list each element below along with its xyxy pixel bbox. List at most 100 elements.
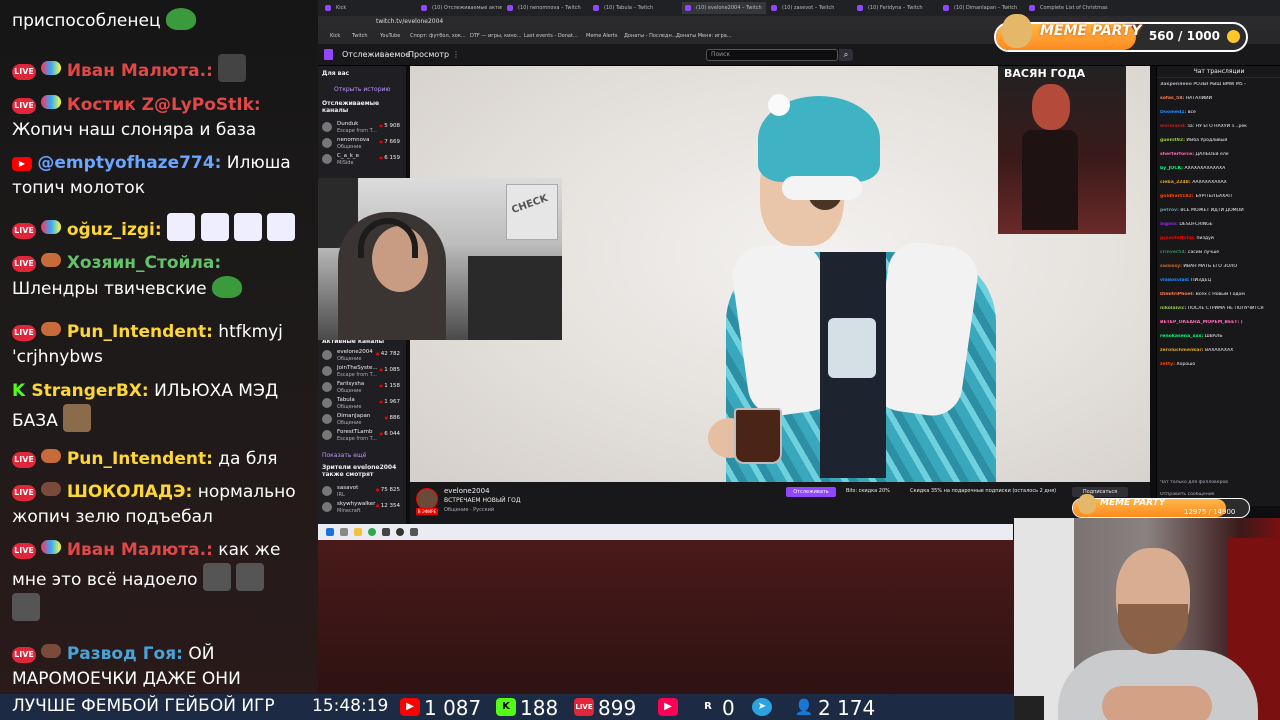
channel-game: Общение	[337, 420, 362, 426]
poster-figure	[1022, 130, 1078, 230]
chat-nick: StrangerBX:	[31, 381, 149, 401]
sidebar-channel[interactable]: ForestTLamb Escape from T... 6 044	[322, 428, 404, 444]
bookmark[interactable]: Meme Alerts	[586, 33, 617, 39]
app-icon[interactable]	[410, 528, 418, 536]
bookmark[interactable]: Twitch	[352, 33, 368, 39]
chat-text: РОЗЫГРЫШ BMW M5 -	[1193, 82, 1246, 87]
chat-nick[interactable]: wormand:	[1160, 124, 1186, 129]
chat-text: пиздуй	[1196, 236, 1214, 241]
sidebar-channel[interactable]: JoinTheSyste... Escape from T... 1 085	[322, 364, 404, 380]
chat-text: Всех с Новым Годом	[1195, 292, 1245, 297]
bookmark[interactable]: Last events - Donat...	[524, 33, 578, 39]
more-icon[interactable]: ⋮	[452, 50, 460, 59]
chat-nick[interactable]: goldhart182:	[1160, 194, 1194, 199]
twitch-chat: Чат трансляции Закреплено РОЗЫГРЫШ BMW M…	[1156, 66, 1280, 506]
chat-nick[interactable]: cieba_2248:	[1160, 180, 1191, 185]
sub-offer[interactable]: Скидка 35% на подарочные подписки (остал…	[910, 488, 1056, 494]
chat-nick[interactable]: DimitriPhoel:	[1160, 292, 1194, 297]
poster-text: ВАСЯН ГОДА	[1004, 67, 1086, 80]
nav-following[interactable]: Отслеживаемое	[342, 50, 410, 59]
bits-offer[interactable]: Bits: скидка 20%	[846, 488, 890, 494]
sidebar-channel[interactable]: skywhywalker Minecraft 12 354	[322, 500, 404, 516]
sidebar-channel[interactable]: DimanJapan Общение 886	[322, 412, 404, 428]
meme-party-widget-small: MEME PARTY 12975 / 14900	[1072, 494, 1250, 518]
chat-text: за: НУ ЕГО НАХУЙ з...рек	[1187, 124, 1247, 129]
bookmark[interactable]: Донаты Меня: игра...	[676, 33, 732, 39]
browser-tab[interactable]: (10) Отслеживаемые активн.	[418, 2, 502, 14]
chat-nick[interactable]: crinver54:	[1160, 250, 1186, 255]
search-icon[interactable]: ⌕	[839, 49, 853, 61]
hat-fur	[782, 176, 862, 200]
bookmark[interactable]: Спорт: футбол, хок...	[410, 33, 466, 39]
chat-nick: Иван Малюта.:	[66, 540, 213, 560]
twitch-chat-line: goldhart182: ЪУРПЪЛЪАХАП	[1160, 194, 1278, 200]
bookmark[interactable]: Kick	[330, 33, 340, 39]
viewer-count: 75 825	[376, 487, 400, 493]
obs-icon[interactable]	[396, 528, 404, 536]
streamer-avatar[interactable]	[416, 488, 438, 510]
nav-browse[interactable]: Просмотр	[408, 50, 449, 59]
chrome-icon[interactable]	[368, 528, 376, 536]
windows-start-icon[interactable]	[326, 528, 334, 536]
sidebar-channel[interactable]: Tabula Общение 1 967	[322, 396, 404, 412]
youtube-icon: ▶	[12, 157, 32, 171]
browser-tab[interactable]: Kick	[322, 2, 362, 14]
chat-nick[interactable]: nikolaivic:	[1160, 306, 1186, 311]
sidebar-channel[interactable]: evelone2004 Общение 42 782	[322, 348, 404, 364]
twitch-chat-line: petrov: ВСЕ МОЖЕТ ИДТИ ДОМОЙ	[1160, 208, 1278, 214]
search-input[interactable]: Поиск	[706, 49, 838, 61]
sidebar-channel[interactable]: nenomnova Общение 7 669	[322, 136, 404, 152]
chat-nick[interactable]: petrov:	[1160, 208, 1179, 213]
chat-nick[interactable]: Sigma:	[1160, 222, 1178, 227]
chat-nick: Иван Малюта.:	[66, 61, 213, 81]
browser-tab[interactable]: (10) Tabula – Twitch	[590, 2, 674, 14]
sidebar-channel[interactable]: Dunduk Escape from T... 5 908	[322, 120, 404, 136]
chat-nick[interactable]: proosteffvhb:	[1160, 236, 1195, 241]
browser-tab[interactable]: Complete List of Christmas	[1026, 2, 1116, 14]
chat-nick[interactable]: guenit92:	[1160, 138, 1185, 143]
search-icon[interactable]	[340, 528, 348, 536]
browser-tab[interactable]: (10) zasevot – Twitch	[768, 2, 852, 14]
chat-nick[interactable]: sofas_58:	[1160, 96, 1184, 101]
chat-nick[interactable]: vladosvlad:	[1160, 278, 1190, 283]
sidebar-channel[interactable]: Fariisysha Общение 1 158	[322, 380, 404, 396]
sidebar-channel[interactable]: sasavot IRL 75 825	[322, 484, 404, 500]
follow-button[interactable]: Отслеживать	[786, 487, 836, 497]
vk-live-icon: LIVE	[12, 325, 36, 341]
twitch-logo-icon[interactable]	[324, 49, 333, 60]
browser-tab[interactable]: (10) nenomnova – Twitch	[504, 2, 588, 14]
chat-nick[interactable]: renokasena_xxx:	[1160, 334, 1203, 339]
bookmark[interactable]: DTF — игры, кино...	[470, 33, 522, 39]
viewer-count: 7 669	[379, 139, 400, 145]
chat-nick[interactable]: swaissy:	[1160, 264, 1182, 269]
streamer-name[interactable]: evelone2004	[444, 487, 490, 495]
chat-nick[interactable]: by_JOCK:	[1160, 166, 1183, 171]
chat-nick: Pun_Intendent:	[66, 322, 213, 342]
chat-nick[interactable]: ВЕТЕР_ОКЕАНА_МОРЕМ_ВЕЕТ:	[1160, 320, 1239, 325]
chat-nick[interactable]: Doomed1:	[1160, 110, 1186, 115]
hat-pompom	[768, 94, 790, 116]
chat-nick: Pun_Intendent:	[66, 449, 213, 469]
url-text[interactable]: twitch.tv/evelone2004	[376, 18, 443, 25]
shelf-with-figures	[468, 256, 562, 340]
tab-bar: Kick (10) Отслеживаемые активн. (10) nen…	[318, 0, 1280, 16]
bookmark[interactable]: Донаты - Последн...	[624, 33, 676, 39]
folder-icon[interactable]	[354, 528, 362, 536]
person-icon: 👤	[794, 698, 814, 716]
sidebar-channel[interactable]: C_a_k_e MiSide 6 159	[322, 152, 404, 168]
chat-nick[interactable]: Закреплено	[1160, 82, 1192, 87]
open-history-link[interactable]: Открыть историю	[334, 86, 390, 93]
chat-nick[interactable]: zetty:	[1160, 362, 1175, 367]
browser-tab[interactable]: (10) Dimanlapan – Twitch	[940, 2, 1024, 14]
app-icon[interactable]	[382, 528, 390, 536]
channel-game: Escape from T...	[337, 372, 377, 378]
browser-tab-active[interactable]: (10) evelone2004 – Twitch	[682, 2, 766, 14]
face-sticker-icon	[236, 563, 265, 591]
streamer-webcam-inset: CHECK	[318, 178, 562, 340]
bookmark[interactable]: YouTube	[380, 33, 400, 39]
browser-tab[interactable]: (10) Feridyna – Twitch	[854, 2, 938, 14]
chat-nick[interactable]: sherterforce:	[1160, 152, 1194, 157]
show-more-link[interactable]: Показать ещё	[322, 452, 366, 459]
chat-nick[interactable]: zeroluchmenkar:	[1160, 348, 1203, 353]
globe-emote-icon	[41, 540, 62, 554]
